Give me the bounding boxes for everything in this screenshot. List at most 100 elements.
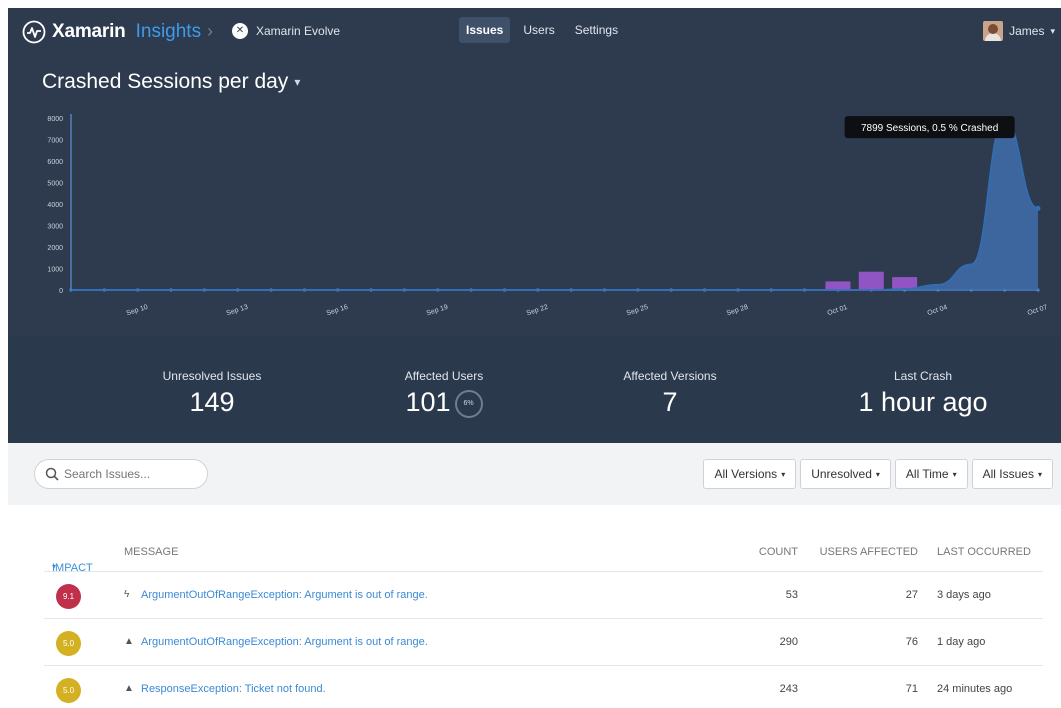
issue-message: ArgumentOutOfRangeException: Argument is…	[141, 636, 428, 648]
filter-label: All Time	[905, 467, 949, 481]
warning-icon: ▲	[124, 683, 134, 694]
issue-message-link[interactable]: ▲ ArgumentOutOfRangeException: Argument i…	[124, 636, 428, 648]
issue-count: 290	[779, 636, 798, 648]
issue-message: ArgumentOutOfRangeException: Argument is…	[141, 589, 428, 601]
x-tick-label: Sep 10	[126, 304, 149, 318]
issue-last-occurred: 3 days ago	[937, 589, 991, 601]
table-row[interactable]: 9.1 ϟ ArgumentOutOfRangeException: Argume…	[44, 572, 1043, 619]
y-tick-label: 5000	[47, 181, 63, 188]
table-row[interactable]: 5.0 ▲ ResponseException: Ticket not found…	[44, 666, 1043, 708]
dashboard-panel: Xamarin Insights › ✕ Xamarin Evolve Issue…	[8, 8, 1061, 443]
y-tick-label: 8000	[47, 116, 63, 123]
chart-title-dropdown[interactable]: Crashed Sessions per day ▾	[42, 70, 300, 94]
issue-users-affected: 27	[905, 589, 918, 601]
y-tick-label: 1000	[47, 267, 63, 274]
tab-settings[interactable]: Settings	[568, 17, 625, 43]
y-tick-label: 3000	[47, 224, 63, 231]
stat-label: Affected Users	[404, 369, 484, 383]
issue-message-link[interactable]: ▲ ResponseException: Ticket not found.	[124, 683, 326, 695]
brand-product: Insights	[135, 21, 202, 42]
crashed-sessions-chart: 0 1000 2000 3000 4000 5000 6000 7000 8000 Sep 10 S…	[47, 114, 1049, 318]
top-nav: Xamarin Insights › ✕ Xamarin Evolve Issue…	[8, 8, 1061, 54]
stats-band: Unresolved Issues 149 Affected Users 101…	[8, 335, 1061, 443]
stat-value: 101 6%	[344, 387, 544, 418]
avatar	[983, 21, 1004, 41]
stat-last-crash: Last Crash 1 hour ago	[808, 369, 1038, 418]
breadcrumb-app-name[interactable]: Xamarin Evolve	[256, 24, 340, 38]
x-tick-label: Sep 28	[726, 304, 749, 318]
chart-title: Crashed Sessions per day	[42, 70, 289, 93]
y-tick-label: 4000	[47, 202, 63, 209]
search-box[interactable]	[34, 459, 208, 489]
stat-affected-users: Affected Users 101 6%	[344, 369, 544, 418]
brand-logo[interactable]: Xamarin Insights	[22, 20, 201, 44]
issues-table: IMPACT ▾ MESSAGE COUNT USERS AFFECTED LAS…	[44, 530, 1043, 708]
stat-value: 7	[662, 387, 678, 417]
main-tabs: Issues Users Settings	[459, 17, 625, 43]
y-tick-label: 7000	[47, 138, 63, 145]
time-filter-dropdown[interactable]: All Time ▾	[894, 459, 968, 489]
issue-last-occurred: 24 minutes ago	[937, 683, 1013, 695]
issue-users-affected: 71	[905, 683, 918, 695]
x-tick-label: Sep 13	[226, 304, 249, 318]
filter-label: All Versions	[714, 467, 778, 481]
stat-number: 101	[405, 387, 451, 417]
brand-name: Xamarin	[52, 21, 126, 42]
table-header: IMPACT ▾ MESSAGE COUNT USERS AFFECTED LAS…	[44, 530, 1043, 574]
x-tick-label: Sep 25	[626, 304, 649, 318]
app-icon: ✕	[232, 23, 248, 39]
crash-bar	[825, 281, 851, 290]
filter-label: Unresolved	[811, 467, 872, 481]
x-tick-label: Sep 16	[326, 304, 349, 318]
filter-bar: All Versions▾ Unresolved▾ All Time▾ All …	[8, 443, 1061, 505]
tab-issues[interactable]: Issues	[459, 17, 511, 43]
last-point	[1035, 205, 1041, 211]
issue-count: 53	[785, 589, 798, 601]
lightning-icon: ϟ	[124, 589, 130, 600]
xamarin-logo-icon	[22, 20, 46, 44]
stat-label: Affected Versions	[623, 369, 717, 383]
versions-filter-dropdown[interactable]: All Versions ▾	[703, 459, 797, 489]
percent-ring: 6%	[454, 389, 483, 418]
search-input[interactable]	[64, 467, 194, 481]
caret-down-icon: ▾	[294, 75, 301, 90]
x-tick-label: Oct 07	[1027, 304, 1049, 317]
sessions-line	[71, 119, 1039, 291]
search-icon	[45, 467, 59, 481]
stat-value: 1 hour ago	[858, 387, 988, 417]
stat-unresolved-issues: Unresolved Issues 149	[112, 369, 312, 418]
user-menu[interactable]: James ▾	[983, 21, 1055, 41]
breadcrumb-chevron-icon: ›	[207, 21, 213, 41]
sort-caret-icon: ▾	[52, 562, 57, 571]
issue-last-occurred: 1 day ago	[937, 636, 986, 648]
filter-dropdowns: All Versions ▾ Unresolved ▾ All Time ▾ All …	[703, 459, 1053, 489]
x-tick-label: Oct 01	[827, 304, 849, 317]
chart-tooltip-text: 7899 Sessions, 0.5 % Crashed	[861, 123, 998, 134]
stat-label: Last Crash	[893, 369, 953, 383]
warning-icon: ▲	[124, 636, 134, 647]
count-column-header[interactable]: COUNT	[759, 546, 798, 558]
last-occurred-column-header[interactable]: LAST OCCURRED	[937, 546, 1031, 558]
caret-down-icon: ▾	[781, 469, 786, 479]
sessions-area	[71, 120, 1038, 290]
x-tick-label: Sep 19	[426, 304, 449, 318]
filter-label: All Issues	[982, 467, 1034, 481]
impact-badge: 9.1	[56, 584, 81, 609]
issue-message: ResponseException: Ticket not found.	[141, 683, 326, 695]
issue-count: 243	[779, 683, 798, 695]
y-tick-label: 2000	[47, 245, 63, 252]
status-filter-dropdown[interactable]: Unresolved ▾	[800, 459, 891, 489]
tab-users[interactable]: Users	[516, 17, 561, 43]
issues-filter-dropdown[interactable]: All Issues ▾	[971, 459, 1053, 489]
caret-down-icon: ▾	[952, 469, 957, 479]
impact-badge: 5.0	[56, 631, 81, 656]
caret-down-icon: ▾	[1037, 469, 1042, 479]
users-affected-column-header[interactable]: USERS AFFECTED	[820, 546, 918, 558]
message-column-header[interactable]: MESSAGE	[124, 546, 178, 558]
crash-bar	[858, 271, 884, 290]
x-tick-label: Oct 04	[927, 304, 949, 317]
stat-affected-versions: Affected Versions 7	[570, 369, 770, 418]
y-tick-label: 0	[59, 288, 63, 295]
table-row[interactable]: 5.0 ▲ ArgumentOutOfRangeException: Argume…	[44, 619, 1043, 666]
issue-message-link[interactable]: ϟ ArgumentOutOfRangeException: Argument i…	[124, 589, 428, 601]
